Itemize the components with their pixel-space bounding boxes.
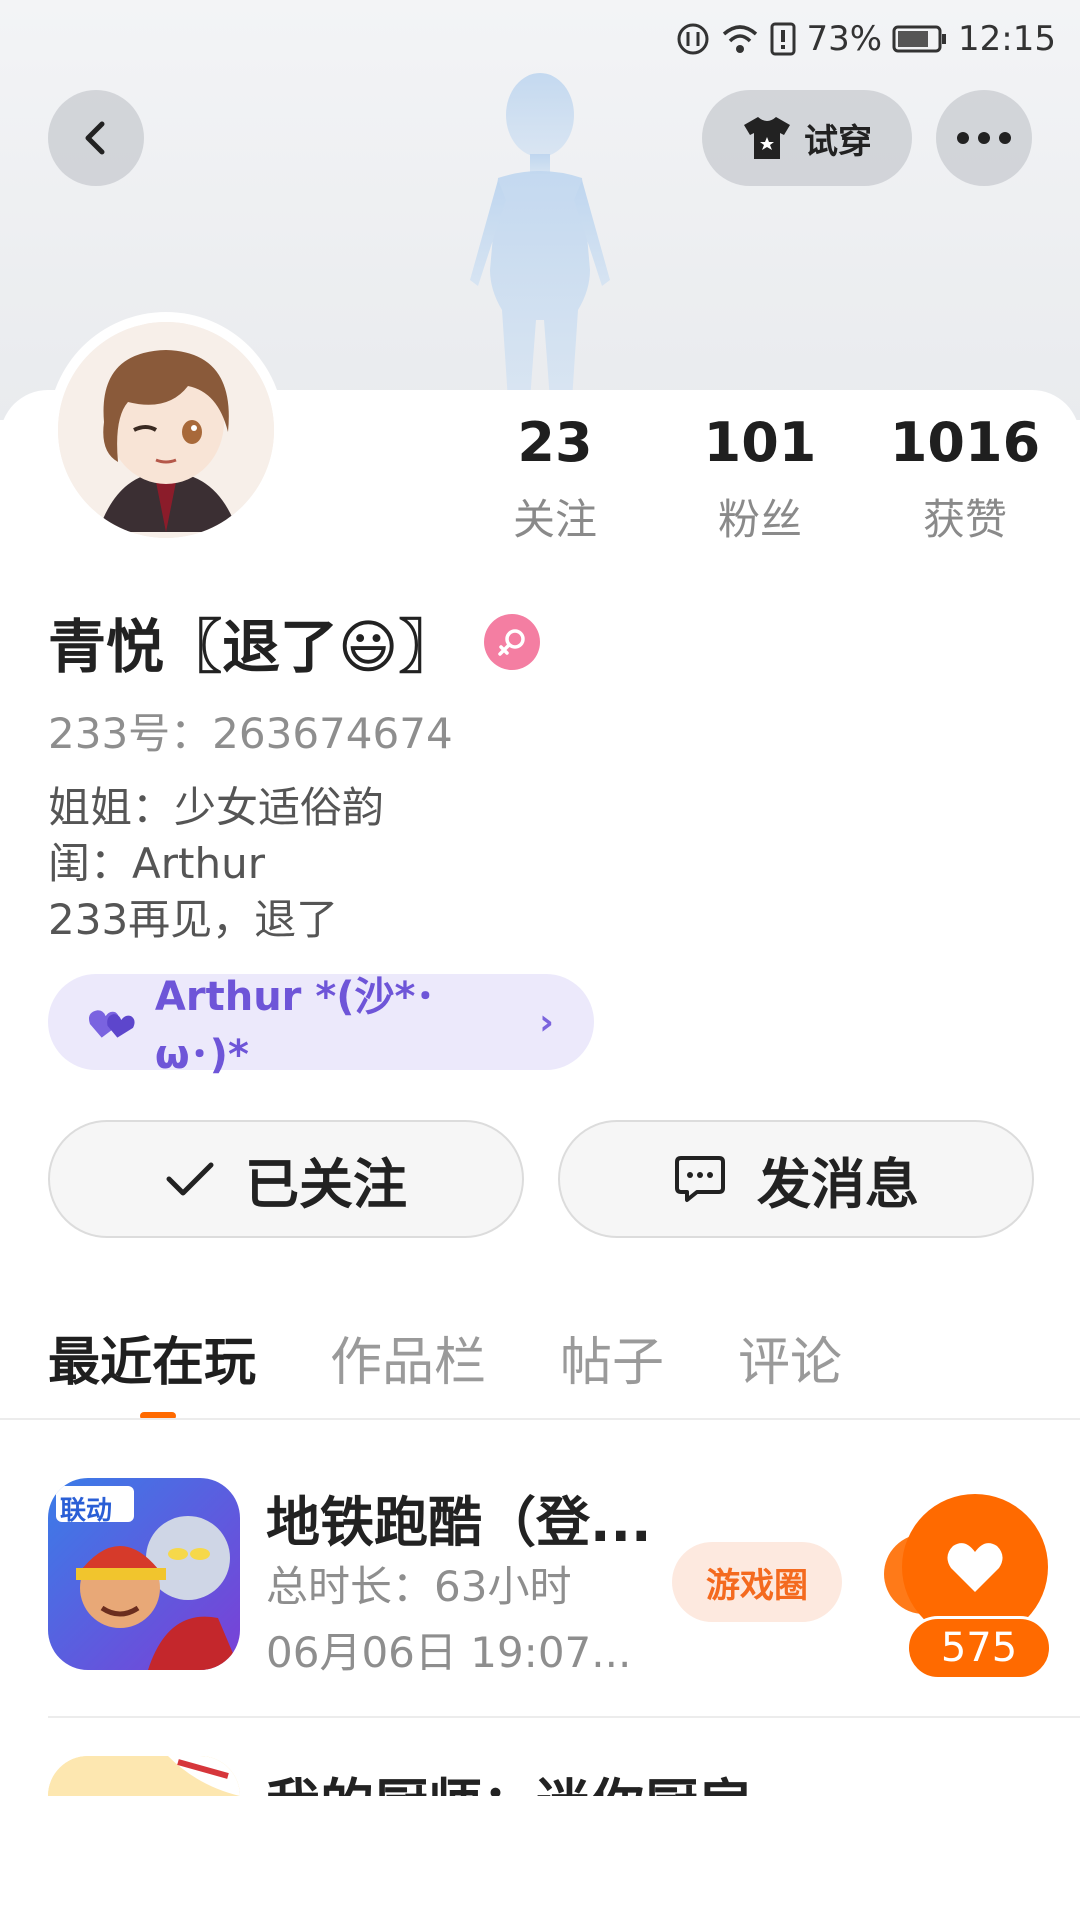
tshirt-icon [744, 117, 790, 159]
anime-avatar-image [58, 322, 274, 538]
game-icon[interactable]: 联动 [48, 1478, 240, 1670]
name-row: 青悦〖退了😃〗 [48, 600, 541, 684]
cp-label: Arthur *(沙*･ω･)* [154, 974, 436, 1078]
data-speed-icon [676, 22, 710, 56]
profile-tabs: 最近在玩 作品栏 帖子 评论 [48, 1320, 916, 1400]
stat-number: 23 [517, 411, 593, 474]
game-circle-button[interactable]: 游戏圈 [672, 1542, 842, 1622]
chevron-left-icon [85, 121, 105, 155]
game-icon[interactable] [48, 1756, 240, 1796]
game-duration: 总时长：63小时 [266, 1562, 572, 1611]
status-bar: 73% 12:15 [676, 14, 1056, 64]
user-bio: 姐姐：少女适俗韵 闺：Arthur 233再见，退了 [48, 780, 384, 948]
try-on-label: 试穿 [804, 121, 872, 162]
clock-time: 12:15 [958, 19, 1056, 59]
row-divider [48, 1716, 1080, 1718]
bio-line: 闺：Arthur [48, 839, 265, 888]
try-on-button[interactable]: 试穿 [702, 90, 912, 186]
following-button[interactable]: 已关注 [48, 1120, 524, 1238]
stat-label: 关注 [512, 495, 597, 544]
game-last-played: 06月06日 19:07... [266, 1628, 632, 1677]
stat-number: 1016 [889, 411, 1041, 474]
chevron-right-icon: › [539, 1001, 554, 1043]
tabs-divider [0, 1418, 1080, 1420]
tab-recently-played[interactable]: 最近在玩 [48, 1320, 256, 1400]
game-title: 我的厨师：迷你厨房 [266, 1760, 752, 1796]
game-title: 地铁跑酷（登... [266, 1491, 652, 1554]
bio-line: 姐姐：少女适俗韵 [48, 783, 385, 832]
female-gender-icon [484, 614, 541, 670]
battery-icon [892, 24, 948, 54]
battery-percent: 73% [806, 19, 883, 59]
game-meta: 总时长：63小时 06月06日 19:07... [266, 1554, 646, 1686]
wifi-icon [720, 22, 760, 56]
check-icon [166, 1162, 214, 1196]
like-count: 575 [906, 1616, 1052, 1680]
more-dots-icon [957, 132, 1011, 144]
list-item[interactable]: 联动 地铁跑酷（登... 总时长：63小时 06月06日 19:07... 游戏… [48, 1478, 1080, 1680]
user-avatar[interactable] [48, 312, 284, 548]
sim-alert-icon [770, 22, 796, 56]
cp-relationship-link[interactable]: Arthur *(沙*･ω･)* › [48, 974, 594, 1078]
like-button[interactable]: 575 [884, 1494, 1052, 1684]
back-button[interactable] [48, 90, 144, 186]
stat-label: 粉丝 [717, 495, 802, 544]
user-name: 青悦〖退了😃〗 [48, 613, 457, 681]
user-id: 233号：263674674 [48, 709, 453, 758]
stat-following[interactable]: 23 关注 [470, 410, 640, 547]
more-options-button[interactable] [936, 90, 1032, 186]
following-label: 已关注 [245, 1152, 407, 1216]
tab-comments[interactable]: 评论 [738, 1320, 842, 1400]
tab-posts[interactable]: 帖子 [560, 1320, 664, 1400]
list-item[interactable]: 我的厨师：迷你厨房 [48, 1756, 1080, 1796]
tab-works[interactable]: 作品栏 [330, 1320, 486, 1400]
stat-label: 获赞 [922, 495, 1007, 544]
double-heart-icon [88, 1010, 135, 1038]
bio-line: 233再见，退了 [48, 895, 339, 944]
avatar-3d-figure [470, 73, 610, 400]
send-message-label: 发消息 [757, 1152, 919, 1216]
stat-number: 101 [703, 411, 817, 474]
stat-likes[interactable]: 1016 获赞 [880, 410, 1050, 547]
heart-icon [947, 1543, 1003, 1592]
stat-fans[interactable]: 101 粉丝 [675, 410, 845, 547]
chat-bubble-icon [675, 1156, 725, 1202]
send-message-button[interactable]: 发消息 [558, 1120, 1034, 1238]
game-icon-badge: 联动 [60, 1496, 113, 1526]
